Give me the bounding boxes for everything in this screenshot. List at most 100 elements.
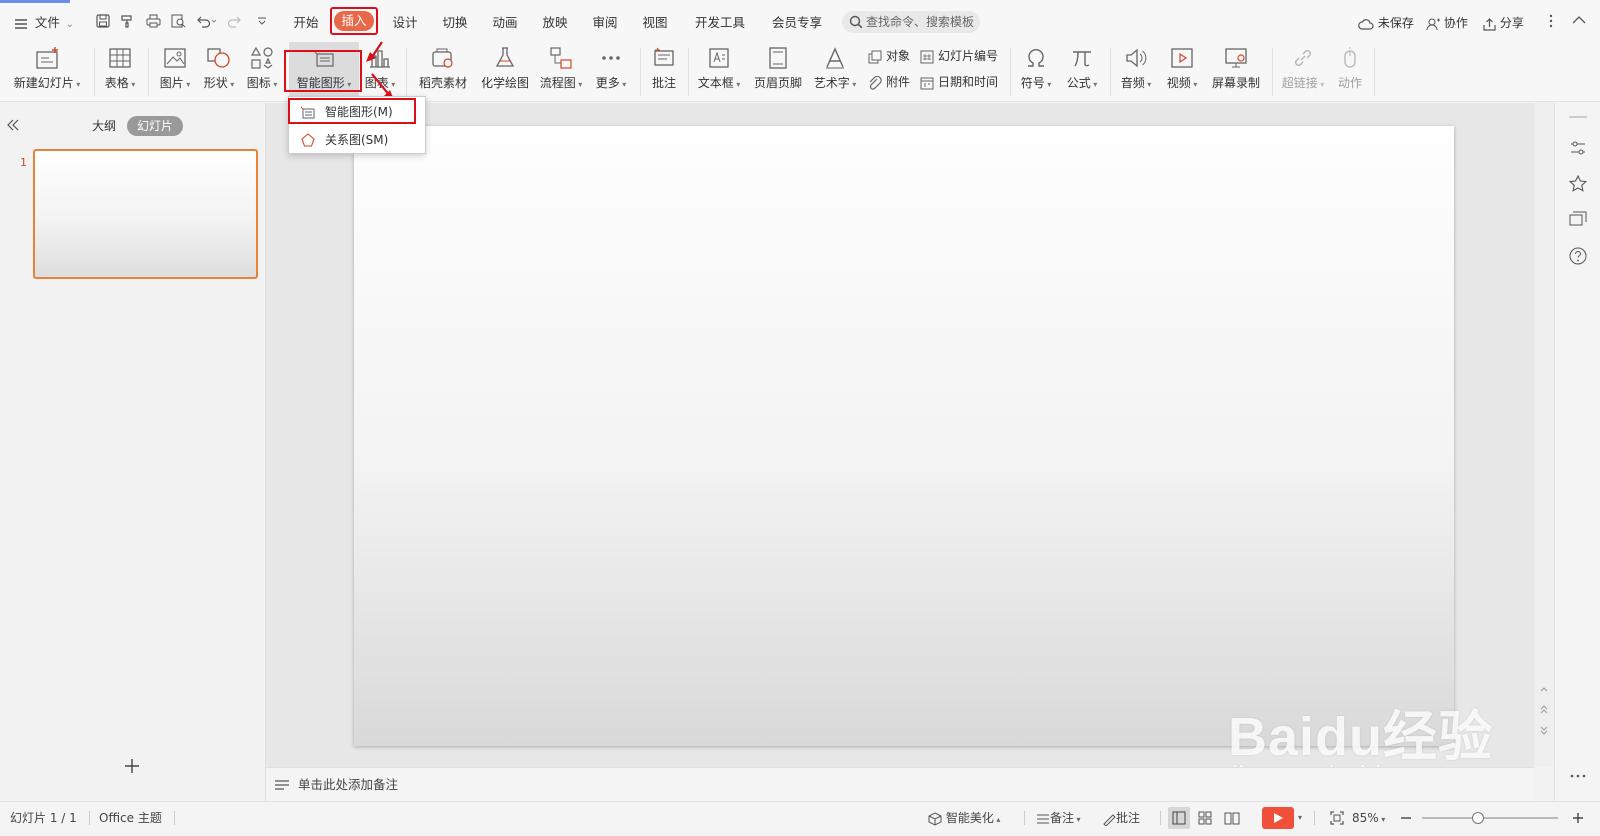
new-slide-button[interactable]: 新建幻灯片 ▾ bbox=[8, 42, 86, 102]
tab-view[interactable]: 视图 bbox=[633, 12, 677, 34]
file-menu-button[interactable]: 文件 ⌄ bbox=[14, 12, 74, 34]
attachment-button[interactable]: 附件 bbox=[868, 72, 910, 92]
video-button[interactable]: 视频 ▾ bbox=[1162, 42, 1202, 102]
fit-window-icon[interactable] bbox=[1330, 811, 1344, 825]
title-bar: 文件 ⌄ 开始 插入 设计 切换 动画 放映 审阅 视图 开发工具 会员专享 查… bbox=[0, 0, 1600, 42]
object-button[interactable]: 对象 bbox=[868, 46, 910, 66]
picture-button[interactable]: 图片 ▾ bbox=[154, 42, 196, 102]
print-icon[interactable] bbox=[146, 14, 161, 28]
tab-design-label: 设计 bbox=[392, 15, 418, 30]
more-options-icon[interactable] bbox=[1569, 773, 1587, 779]
status-divider bbox=[1024, 811, 1025, 825]
header-footer-icon bbox=[769, 47, 787, 69]
textbox-label: 文本框 bbox=[697, 76, 734, 90]
format-painter-icon[interactable] bbox=[120, 14, 135, 28]
icon-button[interactable]: 图标 ▾ bbox=[242, 42, 282, 102]
tab-member[interactable]: 会员专享 bbox=[766, 12, 828, 34]
unsaved-status[interactable]: 未保存 bbox=[1358, 12, 1414, 34]
shape-icon bbox=[207, 48, 230, 68]
customize-toolbar-icon[interactable] bbox=[257, 16, 267, 26]
tab-developer-label: 开发工具 bbox=[694, 15, 745, 30]
header-footer-button[interactable]: 页眉页脚 bbox=[748, 42, 808, 102]
action-button[interactable]: 动作 bbox=[1332, 42, 1368, 102]
pi-icon bbox=[1073, 51, 1091, 67]
help-icon[interactable] bbox=[1569, 247, 1587, 265]
slide-canvas[interactable] bbox=[354, 126, 1454, 746]
normal-view-icon bbox=[1172, 811, 1186, 825]
smartart-highlight-box bbox=[284, 50, 362, 92]
collapse-ribbon-icon[interactable] bbox=[1572, 15, 1586, 25]
tab-review[interactable]: 审阅 bbox=[583, 12, 627, 34]
menu-item-relationship[interactable]: 关系图(SM) bbox=[289, 127, 425, 153]
play-options-chevron-icon[interactable]: ▾ bbox=[1298, 802, 1302, 834]
collapse-pane-icon[interactable] bbox=[6, 119, 20, 131]
table-button[interactable]: 表格 ▾ bbox=[100, 42, 140, 102]
screen-record-button[interactable]: 屏幕录制 bbox=[1208, 42, 1264, 102]
undo-icon[interactable] bbox=[196, 14, 218, 28]
comments-toggle[interactable]: 批注 bbox=[1102, 802, 1140, 834]
zoom-out-icon[interactable] bbox=[1400, 816, 1412, 820]
ribbon-divider bbox=[1110, 48, 1111, 96]
chem-drawing-button[interactable]: 化学绘图 bbox=[476, 42, 534, 102]
notes-toggle[interactable]: 备注 ▾ bbox=[1036, 802, 1081, 836]
beautify-button[interactable]: 智能美化 ▴ bbox=[928, 802, 1000, 836]
redo-icon[interactable] bbox=[228, 14, 242, 28]
docer-material-button[interactable]: 稻壳素材 bbox=[414, 42, 472, 102]
next-slide-icon[interactable] bbox=[1540, 723, 1548, 737]
search-input[interactable]: 查找命令、搜索模板 bbox=[842, 11, 980, 33]
collab-button[interactable]: 协作 bbox=[1426, 12, 1468, 34]
more-button[interactable]: 更多 ▾ bbox=[590, 42, 632, 102]
video-icon bbox=[1171, 48, 1193, 68]
vertical-scrollbar[interactable] bbox=[1534, 103, 1554, 767]
scroll-up-icon[interactable] bbox=[1540, 685, 1548, 693]
symbol-label: 符号 bbox=[1020, 76, 1045, 90]
share-button[interactable]: 分享 bbox=[1482, 12, 1524, 34]
tab-outline[interactable]: 大纲 bbox=[86, 116, 122, 136]
audio-button[interactable]: 音频 ▾ bbox=[1116, 42, 1156, 102]
textbox-button[interactable]: 文本框 ▾ bbox=[694, 42, 744, 102]
zoom-in-icon[interactable] bbox=[1572, 812, 1584, 824]
tab-design[interactable]: 设计 bbox=[383, 12, 427, 34]
shape-button[interactable]: 形状 ▾ bbox=[198, 42, 240, 102]
star-icon[interactable] bbox=[1569, 175, 1587, 193]
tab-slideshow[interactable]: 放映 bbox=[533, 12, 577, 34]
comment-button[interactable]: 批注 bbox=[646, 42, 682, 102]
zoom-slider[interactable] bbox=[1422, 817, 1558, 819]
datetime-button[interactable]: 日期和时间 bbox=[920, 72, 998, 92]
zoom-level[interactable]: 85% ▾ bbox=[1352, 802, 1385, 836]
comments-toggle-label: 批注 bbox=[1116, 811, 1141, 825]
slide-sorter-icon[interactable] bbox=[1198, 811, 1212, 825]
slide-thumbnail[interactable] bbox=[33, 149, 258, 279]
slide-number-button[interactable]: 幻灯片编号 bbox=[920, 46, 998, 66]
prev-slide-icon[interactable] bbox=[1540, 703, 1548, 717]
formula-button[interactable]: 公式 ▾ bbox=[1062, 42, 1102, 102]
add-slide-icon[interactable] bbox=[124, 758, 140, 774]
right-sidebar bbox=[1554, 103, 1600, 801]
tab-transition[interactable]: 切换 bbox=[433, 12, 477, 34]
flowchart-button[interactable]: 流程图 ▾ bbox=[536, 42, 586, 102]
tab-animation[interactable]: 动画 bbox=[483, 12, 527, 34]
symbol-button[interactable]: 符号 ▾ bbox=[1016, 42, 1056, 102]
hyperlink-button[interactable]: 超链接 ▾ bbox=[1278, 42, 1328, 102]
ribbon-divider bbox=[1374, 48, 1375, 96]
adjust-icon[interactable] bbox=[1569, 139, 1587, 157]
tab-slides[interactable]: 幻灯片 bbox=[127, 116, 183, 136]
normal-view-button[interactable] bbox=[1168, 807, 1190, 829]
hamburger-icon bbox=[15, 18, 27, 29]
wordart-button[interactable]: 艺术字 ▾ bbox=[810, 42, 860, 102]
more-vertical-icon[interactable] bbox=[1548, 14, 1554, 28]
window-accent-strip bbox=[0, 0, 70, 3]
theme-name[interactable]: Office 主题 bbox=[99, 802, 162, 834]
zoom-slider-thumb[interactable] bbox=[1472, 812, 1484, 824]
tab-insert[interactable]: 插入 bbox=[334, 11, 374, 31]
play-slideshow-button[interactable] bbox=[1262, 807, 1294, 829]
tab-developer[interactable]: 开发工具 bbox=[690, 12, 750, 34]
tab-home[interactable]: 开始 bbox=[284, 12, 328, 34]
share-label: 分享 bbox=[1499, 16, 1524, 30]
notes-bar[interactable]: 单击此处添加备注 bbox=[266, 767, 1534, 801]
comment-panel-icon[interactable] bbox=[1569, 211, 1587, 229]
print-preview-icon[interactable] bbox=[171, 14, 186, 28]
beautify-label: 智能美化 bbox=[945, 811, 994, 825]
save-icon[interactable] bbox=[96, 14, 110, 28]
reading-view-icon[interactable] bbox=[1224, 811, 1240, 825]
